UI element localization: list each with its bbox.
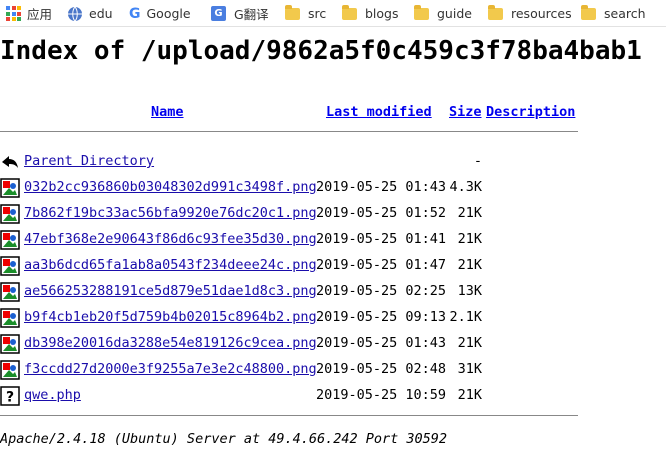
- table-header: Name Last modified Size Description: [0, 104, 666, 124]
- bookmark-resources[interactable]: resources: [488, 0, 572, 26]
- size-cell: 21K: [457, 335, 482, 351]
- apps-grid-icon: [6, 6, 21, 21]
- sort-by-modified-link[interactable]: Last modified: [326, 104, 432, 120]
- image-file-icon: [0, 178, 20, 198]
- table-row: ae566253288191ce5d879e51dae1d8c3.png 2019…: [0, 278, 666, 304]
- file-link[interactable]: 47ebf368e2e90643f86d6c93fee35d30.png: [24, 231, 317, 247]
- image-file-icon: [0, 230, 20, 250]
- parent-directory-row: Parent Directory -: [0, 148, 666, 174]
- size-cell: 21K: [457, 387, 482, 403]
- unknown-file-icon: ?: [0, 386, 20, 406]
- sort-by-description-link[interactable]: Description: [486, 104, 575, 120]
- bookmark-label: edu: [89, 6, 113, 21]
- server-signature: Apache/2.4.18 (Ubuntu) Server at 49.4.66…: [0, 431, 448, 447]
- file-link[interactable]: db398e20016da3288e54e819126c9cea.png: [24, 335, 317, 351]
- bookmarks-bar: 应用 edu G Google G G翻译 src blogs guide re…: [0, 0, 666, 27]
- image-file-icon: [0, 204, 20, 224]
- table-row: aa3b6dcd65fa1ab8a0543f234deee24c.png 2019…: [0, 252, 666, 278]
- file-link[interactable]: 7b862f19bc33ac56bfa9920e76dc20c1.png: [24, 205, 317, 221]
- image-file-icon: [0, 256, 20, 276]
- table-row: 032b2cc936860b03048302d991c3498f.png 2019…: [0, 174, 666, 200]
- google-icon: G: [129, 5, 141, 22]
- header-divider: [0, 131, 578, 132]
- file-link[interactable]: aa3b6dcd65fa1ab8a0543f234deee24c.png: [24, 257, 317, 273]
- sort-by-name-link[interactable]: Name: [151, 104, 184, 120]
- last-modified-cell: 2019-05-25 01:41: [316, 231, 447, 247]
- bookmark-search[interactable]: search: [581, 0, 646, 26]
- footer-divider: [0, 415, 578, 416]
- last-modified-cell: 2019-05-25 01:43: [316, 335, 447, 351]
- bookmark-label: resources: [511, 6, 572, 21]
- last-modified-cell: 2019-05-25 01:47: [316, 257, 447, 273]
- page-title: Index of /upload/9862a5f0c459c3f78ba4bab…: [0, 36, 642, 66]
- last-modified-cell: 2019-05-25 01:52: [316, 205, 447, 221]
- bookmark-src[interactable]: src: [285, 0, 327, 26]
- google-translate-icon: G: [211, 6, 226, 21]
- file-link[interactable]: qwe.php: [24, 387, 81, 403]
- last-modified-cell: 2019-05-25 10:59: [316, 387, 447, 403]
- sort-by-size-link[interactable]: Size: [449, 104, 482, 120]
- image-file-icon: [0, 334, 20, 354]
- parent-directory-link[interactable]: Parent Directory: [24, 153, 154, 169]
- svg-text:?: ?: [6, 390, 14, 406]
- folder-icon: [285, 4, 300, 20]
- size-cell: 4.3K: [449, 179, 482, 195]
- size-cell: 13K: [457, 283, 482, 299]
- bookmark-apps[interactable]: 应用: [6, 0, 53, 26]
- last-modified-cell: 2019-05-25 09:13: [316, 309, 447, 325]
- size-cell: 31K: [457, 361, 482, 377]
- bookmark-label: src: [308, 6, 327, 21]
- bookmark-label: 应用: [27, 7, 53, 22]
- bookmark-label: search: [604, 6, 646, 21]
- folder-icon: [414, 4, 429, 20]
- image-file-icon: [0, 282, 20, 302]
- bookmark-label: blogs: [365, 6, 399, 21]
- bookmark-label: Google: [146, 6, 191, 21]
- size-cell: 21K: [457, 205, 482, 221]
- table-row: b9f4cb1eb20f5d759b4b02015c8964b2.png 2019…: [0, 304, 666, 330]
- table-row: ? qwe.php 2019-05-25 10:59 21K: [0, 382, 666, 408]
- table-row: 7b862f19bc33ac56bfa9920e76dc20c1.png 2019…: [0, 200, 666, 226]
- file-link[interactable]: f3ccdd27d2000e3f9255a7e3e2c48800.png: [24, 361, 317, 377]
- bookmark-edu[interactable]: edu: [67, 0, 113, 26]
- image-file-icon: [0, 360, 20, 380]
- bookmark-blogs[interactable]: blogs: [342, 0, 399, 26]
- bookmark-guide[interactable]: guide: [414, 0, 472, 26]
- bookmark-google-translate[interactable]: G G翻译: [211, 0, 269, 26]
- folder-icon: [581, 4, 596, 20]
- last-modified-cell: 2019-05-25 01:43: [316, 179, 447, 195]
- file-link[interactable]: ae566253288191ce5d879e51dae1d8c3.png: [24, 283, 317, 299]
- folder-icon: [342, 4, 357, 20]
- folder-icon: [488, 4, 503, 20]
- table-row: db398e20016da3288e54e819126c9cea.png 2019…: [0, 330, 666, 356]
- globe-icon: [68, 6, 82, 21]
- size-cell: 21K: [457, 231, 482, 247]
- back-arrow-icon: [2, 156, 18, 168]
- bookmark-label: G翻译: [234, 7, 269, 22]
- table-row: 47ebf368e2e90643f86d6c93fee35d30.png 2019…: [0, 226, 666, 252]
- last-modified-cell: 2019-05-25 02:48: [316, 361, 447, 377]
- file-link[interactable]: 032b2cc936860b03048302d991c3498f.png: [24, 179, 317, 195]
- last-modified-cell: 2019-05-25 02:25: [316, 283, 447, 299]
- bookmark-google[interactable]: G Google: [129, 0, 191, 26]
- file-link[interactable]: b9f4cb1eb20f5d759b4b02015c8964b2.png: [24, 309, 317, 325]
- size-cell: 21K: [457, 257, 482, 273]
- size-cell: 2.1K: [449, 309, 482, 325]
- bookmark-label: guide: [437, 6, 472, 21]
- image-file-icon: [0, 308, 20, 328]
- table-row: f3ccdd27d2000e3f9255a7e3e2c48800.png 2019…: [0, 356, 666, 382]
- parent-size: -: [473, 153, 482, 169]
